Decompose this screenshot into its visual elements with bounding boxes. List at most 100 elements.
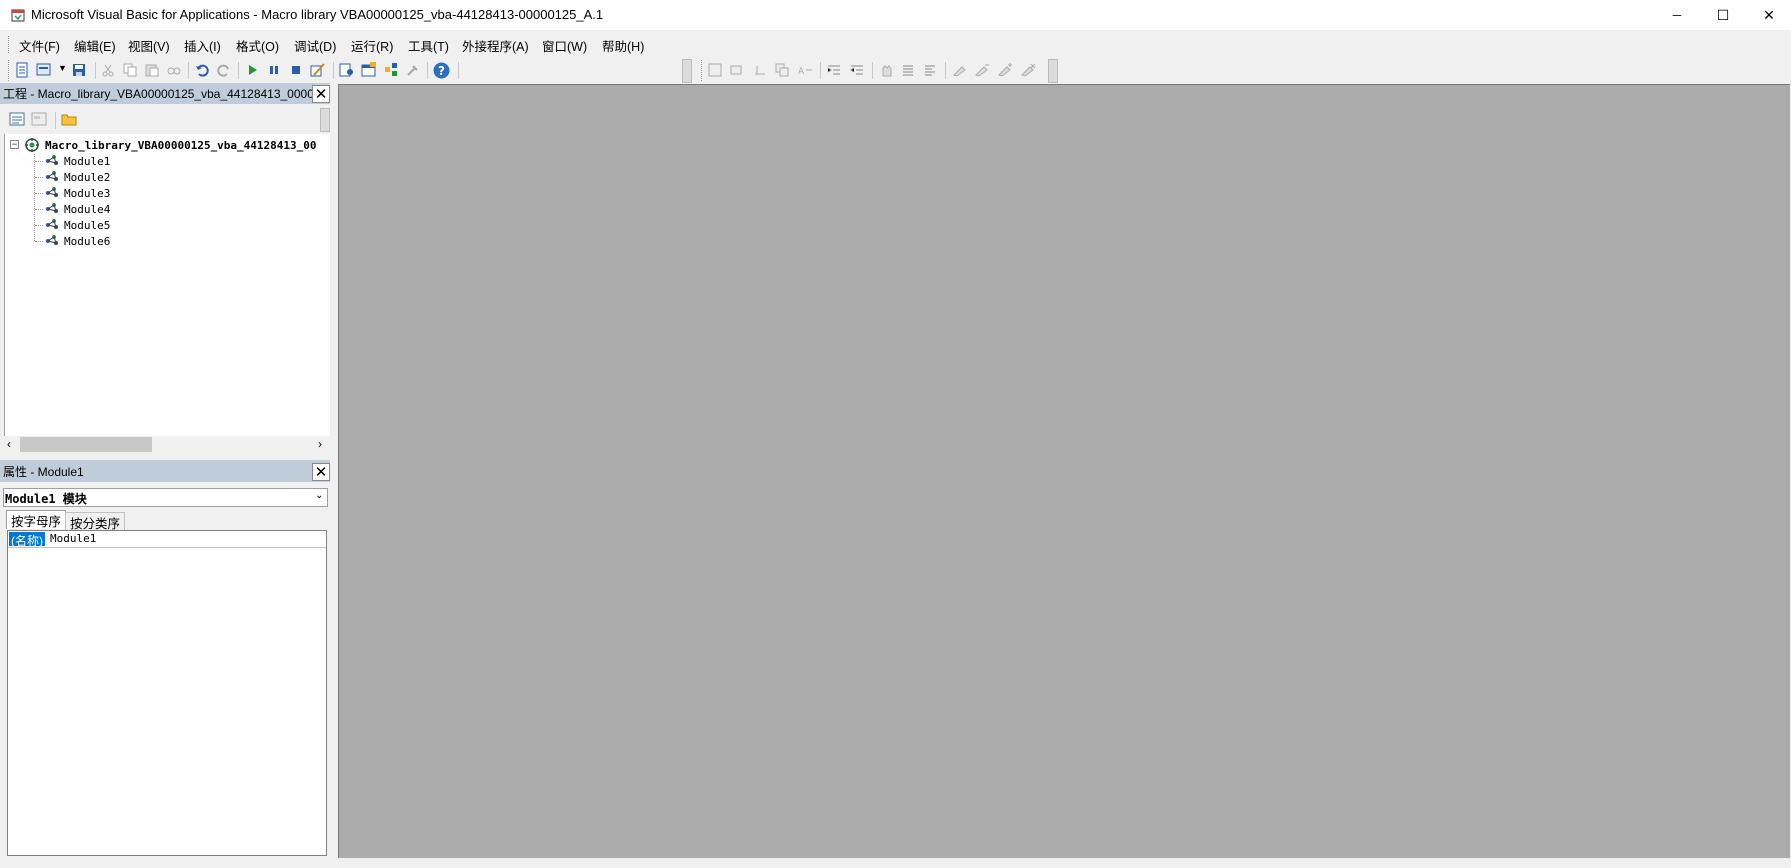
tree-collapse-toggle[interactable]: −: [10, 140, 19, 149]
minimize-button[interactable]: ─: [1654, 0, 1700, 30]
insert-module-icon[interactable]: [36, 61, 54, 79]
property-value[interactable]: Module1: [50, 532, 96, 545]
menu-debug[interactable]: 调试(D): [294, 36, 336, 55]
find-icon[interactable]: [165, 61, 183, 79]
toolbar-separator: [820, 62, 821, 79]
paste-icon[interactable]: [143, 61, 161, 79]
save-icon[interactable]: [70, 61, 88, 79]
reset-icon[interactable]: [287, 61, 305, 79]
edit-toolbar-grip[interactable]: [701, 60, 705, 81]
undo-icon[interactable]: [193, 61, 211, 79]
tree-connector: [35, 161, 43, 162]
next-bookmark-icon[interactable]: [973, 61, 991, 79]
tree-connector: [35, 193, 43, 194]
close-icon: ✕: [314, 86, 328, 103]
tree-connector: [35, 225, 43, 226]
tree-item-module[interactable]: Module2: [64, 171, 110, 184]
toolbar-overflow-button[interactable]: [682, 59, 692, 83]
indent-icon[interactable]: [825, 61, 843, 79]
tree-item-module[interactable]: Module6: [64, 235, 110, 248]
menu-format[interactable]: 格式(O): [236, 36, 279, 55]
menu-view[interactable]: 视图(V): [128, 36, 170, 55]
project-pane-toolbar: [0, 106, 330, 132]
project-pane-close-button[interactable]: ✕: [312, 85, 330, 103]
maximize-button[interactable]: ☐: [1700, 0, 1746, 30]
tree-item-module[interactable]: Module5: [64, 219, 110, 232]
close-button[interactable]: ✕: [1746, 0, 1791, 30]
mdi-workspace: [338, 84, 1790, 860]
menu-grip[interactable]: [8, 36, 12, 53]
view-code-icon[interactable]: [8, 110, 26, 128]
svg-text:?: ?: [438, 64, 445, 78]
copy-icon[interactable]: [121, 61, 139, 79]
view-object-icon[interactable]: [30, 110, 48, 128]
scroll-right-icon[interactable]: ›: [318, 437, 322, 451]
menu-edit[interactable]: 编辑(E): [74, 36, 116, 55]
svg-text:A: A: [798, 67, 805, 77]
insert-dropdown-arrow-icon[interactable]: ▼: [58, 63, 67, 73]
module-icon: [44, 217, 60, 231]
menu-run[interactable]: 运行(R): [351, 36, 393, 55]
module-icon: [44, 153, 60, 167]
toolbox-icon[interactable]: [404, 61, 422, 79]
object-select-value: Module1 模块: [5, 492, 87, 506]
tree-item-module[interactable]: Module3: [64, 187, 110, 200]
tree-item-module[interactable]: Module4: [64, 203, 110, 216]
quick-info-icon[interactable]: [751, 61, 769, 79]
toolbar-separator: [945, 62, 946, 79]
clear-bookmarks-icon[interactable]: [1019, 61, 1037, 79]
design-mode-icon[interactable]: [309, 61, 327, 79]
toolbar-grip[interactable]: [8, 60, 12, 81]
properties-window-icon[interactable]: [360, 61, 378, 79]
list-constants-icon[interactable]: [728, 61, 746, 79]
vba-project-icon: [24, 137, 40, 153]
help-icon[interactable]: ?: [432, 61, 450, 79]
toggle-breakpoint-icon[interactable]: [877, 61, 895, 79]
menu-tools[interactable]: 工具(T): [408, 36, 449, 55]
tree-item-project-root[interactable]: Macro_library_VBA00000125_vba_44128413_0…: [45, 139, 328, 152]
tree-item-module[interactable]: Module1: [64, 155, 110, 168]
pane-splitter[interactable]: [330, 83, 338, 858]
toggle-bookmark-icon[interactable]: [951, 61, 969, 79]
scroll-left-icon[interactable]: ‹: [7, 437, 11, 451]
view-excel-icon[interactable]: [13, 61, 31, 79]
object-browser-icon[interactable]: [382, 61, 400, 79]
property-name[interactable]: (名称): [9, 532, 45, 548]
properties-grid: [7, 530, 327, 856]
parameter-info-icon[interactable]: [773, 61, 791, 79]
chevron-down-icon[interactable]: ⌄: [315, 490, 323, 501]
close-icon: ✕: [1763, 6, 1775, 23]
previous-bookmark-icon[interactable]: [996, 61, 1014, 79]
complete-word-icon[interactable]: A: [796, 61, 814, 79]
break-icon[interactable]: [265, 61, 283, 79]
toggle-folders-icon[interactable]: [60, 110, 78, 128]
edit-toolbar-overflow-button[interactable]: [1048, 59, 1058, 83]
minimize-icon: ─: [1672, 8, 1682, 22]
comment-block-icon[interactable]: [899, 61, 917, 79]
tree-connector: [35, 209, 43, 210]
module-icon: [44, 201, 60, 215]
menu-insert[interactable]: 插入(I): [184, 36, 221, 55]
outdent-icon[interactable]: [848, 61, 866, 79]
tab-categorized[interactable]: 按分类序: [65, 512, 126, 531]
properties-pane-close-button[interactable]: ✕: [312, 463, 330, 481]
tree-connector: [35, 241, 43, 242]
toolbar-separator: [238, 62, 239, 79]
toolbar-separator: [458, 62, 459, 79]
toolbar-separator: [95, 62, 96, 79]
project-toolbar-overflow-button[interactable]: [320, 108, 330, 132]
hscroll-thumb[interactable]: [20, 437, 152, 452]
tab-alphabetic[interactable]: 按字母序: [6, 510, 67, 529]
menu-addins[interactable]: 外接程序(A): [462, 36, 529, 55]
menu-help[interactable]: 帮助(H): [602, 36, 644, 55]
menu-window[interactable]: 窗口(W): [542, 36, 587, 55]
vba-app-icon: [10, 7, 26, 23]
run-icon[interactable]: [243, 61, 261, 79]
list-properties-icon[interactable]: [706, 61, 724, 79]
cut-icon[interactable]: [99, 61, 117, 79]
menu-file[interactable]: 文件(F): [19, 36, 60, 55]
uncomment-block-icon[interactable]: [921, 61, 939, 79]
toolbar-separator: [55, 112, 56, 129]
redo-icon[interactable]: [215, 61, 233, 79]
project-explorer-icon[interactable]: [338, 61, 356, 79]
